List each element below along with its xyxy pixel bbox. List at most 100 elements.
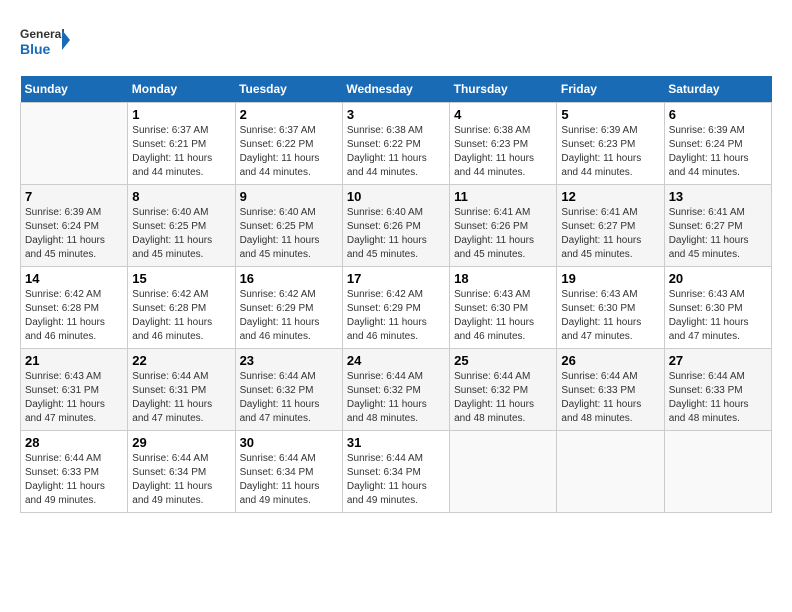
sunset-text: Sunset: 6:33 PM — [561, 385, 635, 396]
day-number: 21 — [25, 353, 123, 368]
day-info: Sunrise: 6:43 AM Sunset: 6:30 PM Daylight:… — [561, 288, 659, 344]
daylight-minutes: and 49 minutes. — [132, 495, 203, 506]
day-number: 23 — [240, 353, 338, 368]
sunset-text: Sunset: 6:28 PM — [132, 303, 206, 314]
day-number: 11 — [454, 189, 552, 204]
sunset-text: Sunset: 6:34 PM — [132, 467, 206, 478]
sunrise-text: Sunrise: 6:38 AM — [347, 125, 423, 136]
calendar-day-15: 15Sunrise: 6:42 AMSunset: 6:28 PMDayligh… — [128, 267, 235, 349]
daylight-minutes: and 45 minutes. — [132, 249, 203, 260]
daylight-text: Daylight: 11 hours — [669, 317, 749, 328]
day-number: 4 — [454, 107, 552, 122]
sunset-text: Sunset: 6:22 PM — [240, 139, 314, 150]
calendar-day-29: 29Sunrise: 6:44 AMSunset: 6:34 PMDayligh… — [128, 431, 235, 513]
sunrise-text: Sunrise: 6:42 AM — [240, 289, 316, 300]
daylight-minutes: and 47 minutes. — [240, 413, 311, 424]
day-number: 8 — [132, 189, 230, 204]
day-number: 20 — [669, 271, 767, 286]
sunrise-text: Sunrise: 6:44 AM — [347, 371, 423, 382]
day-info: Sunrise: 6:38 AMSunset: 6:23 PMDaylight:… — [454, 124, 552, 180]
sunrise-text: Sunrise: 6:44 AM — [132, 453, 208, 464]
daylight-text: Daylight: 11 hours — [347, 153, 427, 164]
day-number: 12 — [561, 189, 659, 204]
sunrise-text: Sunrise: 6:37 AM — [132, 125, 208, 136]
daylight-minutes: and 46 minutes. — [132, 331, 203, 342]
day-info: Sunrise: 6:37 AMSunset: 6:21 PMDaylight:… — [132, 124, 230, 180]
daylight-minutes: and 44 minutes. — [132, 167, 203, 178]
calendar-day-26: 26Sunrise: 6:44 AMSunset: 6:33 PMDayligh… — [557, 349, 664, 431]
day-number: 24 — [347, 353, 445, 368]
daylight-text: Daylight: 11 hours — [347, 481, 427, 492]
sunset-text: Sunset: 6:27 PM — [669, 221, 743, 232]
sunset-text: Sunset: 6:33 PM — [25, 467, 99, 478]
day-info: Sunrise: 6:42 AMSunset: 6:29 PMDaylight:… — [347, 288, 445, 344]
daylight-text: Daylight: 11 hours — [669, 235, 749, 246]
calendar-day-23: 23 Sunrise: 6:44 AM Sunset: 6:32 PM Dayligh… — [235, 349, 342, 431]
sunset-text: Sunset: 6:31 PM — [132, 385, 206, 396]
sunrise-text: Sunrise: 6:43 AM — [561, 289, 637, 300]
daylight-minutes: and 46 minutes. — [347, 331, 418, 342]
day-info: Sunrise: 6:44 AM Sunset: 6:34 PM Daylight:… — [132, 452, 230, 508]
sunset-text: Sunset: 6:25 PM — [240, 221, 314, 232]
calendar-week-3: 14 Sunrise: 6:42 AM Sunset: 6:28 PM Dayligh… — [21, 267, 772, 349]
day-info: Sunrise: 6:43 AMSunset: 6:30 PMDaylight:… — [454, 288, 552, 344]
daylight-text: Daylight: 11 hours — [132, 481, 212, 492]
daylight-minutes: and 45 minutes. — [25, 249, 96, 260]
sunrise-text: Sunrise: 6:41 AM — [669, 207, 745, 218]
daylight-minutes: and 47 minutes. — [25, 413, 96, 424]
daylight-text: Daylight: 11 hours — [561, 317, 641, 328]
calendar-day-5: 5Sunrise: 6:39 AMSunset: 6:23 PMDaylight… — [557, 103, 664, 185]
calendar-week-1: 1Sunrise: 6:37 AMSunset: 6:21 PMDaylight… — [21, 103, 772, 185]
calendar-day-28: 28Sunrise: 6:44 AMSunset: 6:33 PMDayligh… — [21, 431, 128, 513]
day-info: Sunrise: 6:44 AMSunset: 6:32 PMDaylight:… — [454, 370, 552, 426]
weekday-header-friday: Friday — [557, 76, 664, 103]
daylight-minutes: and 47 minutes. — [669, 331, 740, 342]
sunrise-text: Sunrise: 6:41 AM — [454, 207, 530, 218]
day-number: 14 — [25, 271, 123, 286]
day-number: 16 — [240, 271, 338, 286]
empty-cell — [557, 431, 664, 513]
day-number: 30 — [240, 435, 338, 450]
day-info: Sunrise: 6:39 AMSunset: 6:24 PMDaylight:… — [25, 206, 123, 262]
day-number: 5 — [561, 107, 659, 122]
empty-cell — [450, 431, 557, 513]
daylight-text: Daylight: 11 hours — [240, 399, 320, 410]
calendar-day-13: 13Sunrise: 6:41 AMSunset: 6:27 PMDayligh… — [664, 185, 771, 267]
daylight-minutes: and 45 minutes. — [454, 249, 525, 260]
day-number: 10 — [347, 189, 445, 204]
sunrise-text: Sunrise: 6:43 AM — [669, 289, 745, 300]
daylight-text: Daylight: 11 hours — [454, 399, 534, 410]
day-info: Sunrise: 6:39 AMSunset: 6:24 PMDaylight:… — [669, 124, 767, 180]
daylight-minutes: and 49 minutes. — [347, 495, 418, 506]
sunrise-text: Sunrise: 6:44 AM — [240, 453, 316, 464]
sunset-text: Sunset: 6:23 PM — [561, 139, 635, 150]
day-number: 22 — [132, 353, 230, 368]
sunrise-text: Sunrise: 6:44 AM — [347, 453, 423, 464]
svg-text:Blue: Blue — [20, 41, 51, 57]
daylight-text: Daylight: 11 hours — [132, 235, 212, 246]
sunset-text: Sunset: 6:32 PM — [240, 385, 314, 396]
sunset-text: Sunset: 6:26 PM — [347, 221, 421, 232]
calendar-day-22: 22Sunrise: 6:44 AMSunset: 6:31 PMDayligh… — [128, 349, 235, 431]
calendar-day-17: 17 Sunrise: 6:42 AMSunset: 6:29 PMDayligh… — [342, 267, 449, 349]
sunset-text: Sunset: 6:30 PM — [561, 303, 635, 314]
daylight-text: Daylight: 11 hours — [25, 481, 105, 492]
day-number: 17 — [347, 271, 445, 286]
sunrise-text: Sunrise: 6:44 AM — [240, 371, 316, 382]
daylight-minutes: and 46 minutes. — [25, 331, 96, 342]
daylight-text: Daylight: 11 hours — [240, 235, 320, 246]
daylight-minutes: and 48 minutes. — [561, 413, 632, 424]
daylight-minutes: and 44 minutes. — [669, 167, 740, 178]
weekday-header-thursday: Thursday — [450, 76, 557, 103]
logo-icon: General Blue — [20, 20, 70, 60]
daylight-text: Daylight: 11 hours — [347, 317, 427, 328]
daylight-text: Daylight: 11 hours — [669, 399, 749, 410]
daylight-text: Daylight: 11 hours — [454, 235, 534, 246]
daylight-text: Daylight: 11 hours — [132, 317, 212, 328]
empty-cell — [664, 431, 771, 513]
sunrise-text: Sunrise: 6:39 AM — [25, 207, 101, 218]
daylight-text: Daylight: 11 hours — [454, 317, 534, 328]
calendar-week-5: 28Sunrise: 6:44 AMSunset: 6:33 PMDayligh… — [21, 431, 772, 513]
sunrise-text: Sunrise: 6:40 AM — [132, 207, 208, 218]
daylight-minutes: and 47 minutes. — [132, 413, 203, 424]
